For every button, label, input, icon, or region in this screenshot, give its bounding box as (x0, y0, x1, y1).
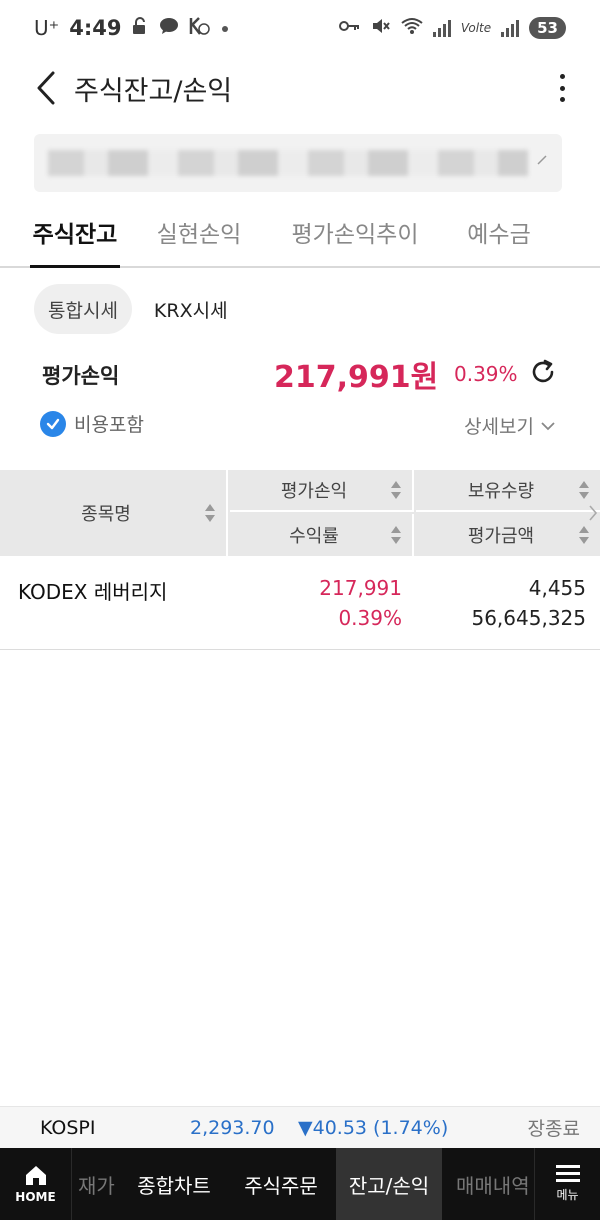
row-stock-name: KODEX 레버리지 (18, 580, 168, 604)
detail-view-button[interactable]: 상세보기 (464, 412, 556, 439)
status-bar: U⁺ 4:49 Volte 53 (0, 0, 600, 56)
nav-item-chart[interactable]: 종합차트 (122, 1148, 226, 1220)
page-title: 주식잔고/손익 (74, 75, 233, 107)
sort-icon (205, 504, 215, 522)
eval-pl-rate: 0.39% (454, 362, 518, 386)
col-stock-name-label: 종목명 (81, 504, 131, 525)
market-status: 장종료 (527, 1118, 580, 1140)
nav-menu-button[interactable]: 메뉴 (534, 1148, 600, 1220)
app-bar: 주식잔고/손익 (0, 56, 600, 120)
check-icon (40, 410, 66, 437)
tab-realized-pl[interactable]: 실현손익 (154, 198, 244, 266)
eval-pl-label: 평가손익 (42, 364, 120, 388)
nav-item-partial[interactable]: 재가 (72, 1148, 122, 1220)
row-return-rate: 0.39% (338, 606, 402, 630)
row-quantity: 4,455 (528, 576, 586, 600)
home-icon (25, 1166, 46, 1185)
row-eval-amount: 56,645,325 (471, 606, 586, 630)
integrated-price-option[interactable]: 통합시세 (34, 284, 132, 334)
more-dot-icon (559, 85, 565, 91)
status-right: Volte 53 (338, 17, 566, 40)
price-source-toggle: 통합시세 KRX시세 (34, 284, 250, 334)
account-selector[interactable] (34, 134, 562, 192)
tab-eval-pl-trend[interactable]: 평가손익추이 (290, 198, 420, 266)
status-left: U⁺ 4:49 (34, 16, 229, 41)
col-eval-amount[interactable]: 평가금액 (416, 514, 600, 556)
nav-menu-label: 메뉴 (556, 1188, 579, 1202)
signal-icon-2 (501, 19, 520, 37)
battery-badge: 53 (529, 17, 566, 39)
col-eval-pl[interactable]: 평가손익 (230, 470, 414, 512)
fee-included-checkbox[interactable]: 비용포함 (40, 410, 144, 437)
key-icon (338, 18, 361, 38)
ticker-value: 2,293.70 (190, 1116, 275, 1139)
sort-icon (579, 481, 589, 499)
more-options-button[interactable] (550, 70, 574, 106)
holdings-table-header: 종목명 평가손익 수익률 보유수량 평가금액 (0, 470, 600, 556)
col-eval-amount-label: 평가금액 (467, 526, 535, 547)
sort-icon (391, 481, 401, 499)
index-ticker[interactable]: KOSPI 2,293.70 ▼40.53 (1.74%) 장종료 (0, 1106, 600, 1148)
ticker-change: ▼40.53 (1.74%) (298, 1116, 449, 1139)
nav-item-balance[interactable]: 잔고/손익 (336, 1148, 442, 1220)
refresh-icon (532, 359, 554, 383)
chevron-right-icon[interactable] (588, 504, 598, 526)
refresh-button[interactable] (528, 357, 558, 387)
dot-icon (221, 18, 229, 38)
sort-icon (391, 526, 401, 544)
table-row[interactable]: KODEX 레버리지 217,991 0.39% 4,455 56,645,32… (0, 556, 600, 650)
carrier-label: U⁺ (34, 16, 60, 40)
tab-bar: 주식잔고 실현손익 평가손익추이 예수금 (0, 198, 600, 268)
sort-icon (579, 526, 589, 544)
fee-included-label: 비용포함 (74, 414, 144, 436)
col-eval-pl-label: 평가손익 (280, 481, 348, 502)
chevron-left-icon (37, 71, 55, 105)
unlock-icon (131, 16, 149, 40)
wifi-icon (401, 17, 423, 40)
nav-item-order[interactable]: 주식주문 (226, 1148, 336, 1220)
more-dot-icon (559, 74, 565, 79)
tab-deposit[interactable]: 예수금 (466, 198, 532, 266)
row-eval-pl: 217,991 (319, 576, 402, 600)
redacted-account-number (48, 150, 528, 176)
hamburger-icon (555, 1165, 580, 1182)
app-notification-icon (189, 16, 211, 41)
signal-icon (432, 19, 451, 37)
more-dot-icon (559, 97, 565, 102)
col-return-rate-label: 수익률 (289, 526, 339, 547)
col-quantity-label: 보유수량 (467, 481, 535, 502)
edit-icon (536, 154, 548, 170)
krx-price-option[interactable]: KRX시세 (132, 284, 250, 334)
ticker-index-name: KOSPI (40, 1116, 96, 1139)
col-return-rate[interactable]: 수익률 (230, 514, 414, 556)
nav-item-trade-history[interactable]: 매매내역 (442, 1148, 532, 1220)
eval-pl-amount: 217,991원 (274, 360, 439, 395)
detail-view-label: 상세보기 (464, 416, 534, 438)
chevron-down-icon (541, 421, 555, 430)
col-quantity[interactable]: 보유수량 (416, 470, 600, 512)
tab-stock-balance[interactable]: 주식잔고 (30, 198, 120, 268)
volte-label: Volte (460, 21, 492, 35)
back-button[interactable] (16, 56, 76, 120)
status-time: 4:49 (69, 16, 122, 40)
nav-home-label: HOME (15, 1190, 56, 1204)
nav-home-button[interactable]: HOME (0, 1148, 72, 1220)
mute-icon (371, 17, 391, 40)
col-stock-name[interactable]: 종목명 (0, 470, 228, 556)
nav-menu-strip: 재가 종합차트 주식주문 잔고/손익 매매내역 (72, 1148, 534, 1220)
bottom-nav: HOME 재가 종합차트 주식주문 잔고/손익 매매내역 메뉴 (0, 1148, 600, 1220)
chat-bubble-icon (159, 17, 179, 40)
